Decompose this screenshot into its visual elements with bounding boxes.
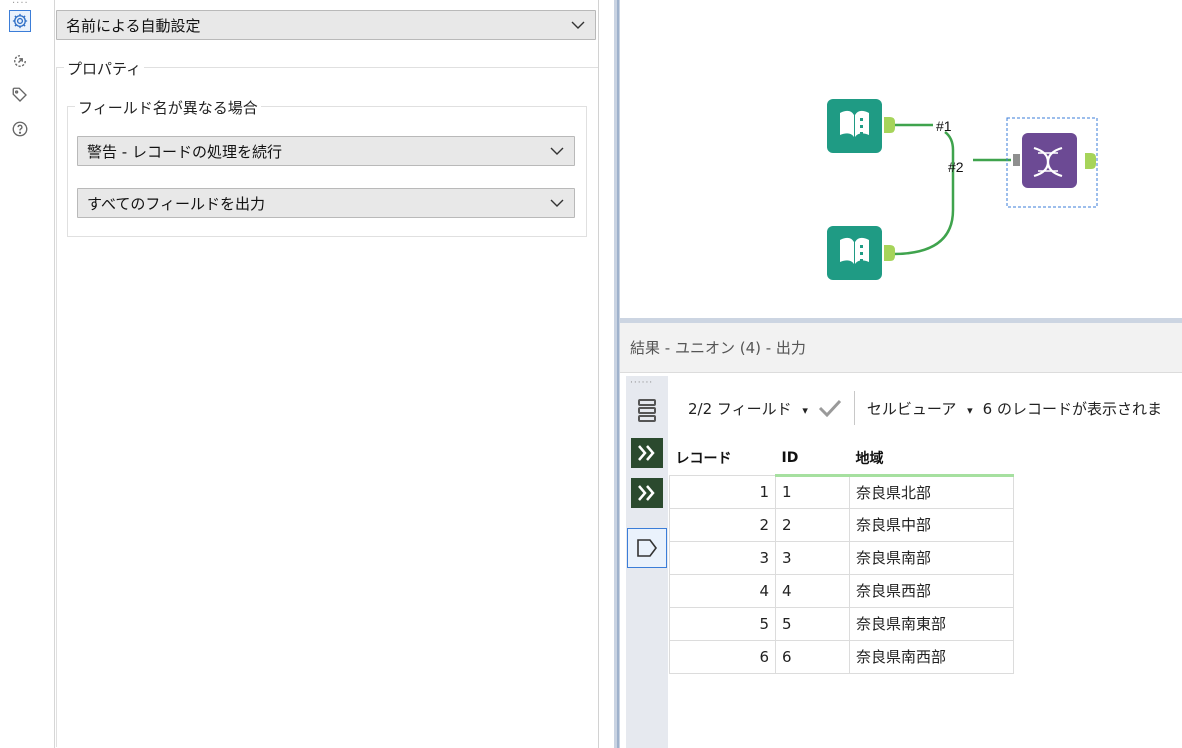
- input-anchor-2-button[interactable]: [629, 476, 665, 510]
- vertical-splitter-grip: [617, 0, 619, 748]
- dropdown-arrow-icon: ▾: [802, 403, 808, 417]
- interface-tab-button[interactable]: [9, 50, 31, 72]
- cell-region: 奈良県南西部: [849, 639, 1014, 674]
- dropdown-arrow-icon: ▾: [967, 403, 973, 417]
- cell-id: 2: [775, 507, 850, 542]
- input-anchor: [1013, 154, 1020, 166]
- cell-id: 5: [775, 606, 850, 641]
- cell-record: 3: [669, 540, 776, 575]
- rail-grip: ····: [12, 0, 29, 9]
- panel-right-border: [598, 0, 599, 748]
- table-header-row: レコード ID 地域: [670, 442, 1014, 477]
- cell-id: 1: [775, 474, 850, 509]
- results-grid: レコード ID 地域 1 1 奈良県北部 2 2 奈良県中部 3 3 奈良県南部: [669, 442, 1014, 674]
- connection-2: [892, 131, 955, 256]
- workflow-canvas[interactable]: #1 #2: [620, 0, 1182, 318]
- input-tool-2[interactable]: [827, 226, 895, 280]
- help-icon: [12, 121, 28, 137]
- warning-select[interactable]: 警告 - レコードの処理を続行: [77, 136, 575, 166]
- gear-icon: [12, 13, 28, 29]
- column-header-record[interactable]: レコード: [670, 442, 776, 475]
- help-tab-button[interactable]: [9, 118, 31, 140]
- results-table: レコード ID 地域 1 1 奈良県北部 2 2 奈良県中部 3 3 奈良県南部: [669, 442, 1014, 674]
- input-anchor-1-button[interactable]: [629, 436, 665, 470]
- results-toolbar: 2/2 フィールド ▾ セルビューア ▾ 6 のレコードが表示されま: [668, 380, 1162, 436]
- chevron-down-icon: [550, 199, 564, 207]
- chevron-down-icon: [550, 147, 564, 155]
- cell-region: 奈良県中部: [849, 507, 1014, 542]
- column-header-region[interactable]: 地域: [849, 442, 1014, 477]
- config-icon-rail: ····: [0, 0, 44, 748]
- column-header-id[interactable]: ID: [775, 442, 850, 477]
- cell-record: 2: [669, 507, 776, 542]
- tag-icon: [12, 87, 27, 102]
- cell-viewer-dropdown[interactable]: セルビューア ▾: [867, 398, 973, 419]
- input-tool-1[interactable]: [827, 99, 895, 153]
- cursor-circle-icon: [14, 55, 26, 67]
- output-anchor: [884, 117, 895, 133]
- checkmark-icon[interactable]: [818, 399, 842, 417]
- double-chevron-icon: [631, 478, 663, 508]
- table-row[interactable]: 2 2 奈良県中部: [669, 507, 1014, 542]
- toolbar-separator: [853, 391, 855, 425]
- connection-label-1: #1: [936, 118, 952, 134]
- cell-record: 5: [669, 606, 776, 641]
- list-lines-icon: [638, 399, 656, 422]
- table-row[interactable]: 1 1 奈良県北部: [669, 474, 1014, 509]
- table-row[interactable]: 5 5 奈良県南東部: [669, 606, 1014, 641]
- record-count-status: 6 のレコードが表示されま: [982, 399, 1162, 418]
- cell-record: 4: [669, 573, 776, 608]
- cell-id: 6: [775, 639, 850, 674]
- fields-dropdown[interactable]: 2/2 フィールド ▾: [688, 398, 808, 419]
- union-tool[interactable]: [1006, 117, 1098, 208]
- cell-id: 3: [775, 540, 850, 575]
- mode-select[interactable]: 名前による自動設定: [56, 10, 596, 40]
- output-select[interactable]: すべてのフィールドを出力: [77, 188, 575, 218]
- properties-legend: プロパティ: [64, 58, 145, 79]
- output-anchor-button[interactable]: [627, 528, 667, 568]
- table-row[interactable]: 3 3 奈良県南部: [669, 540, 1014, 575]
- cell-region: 奈良県西部: [849, 573, 1014, 608]
- mode-select-value: 名前による自動設定: [66, 16, 201, 35]
- cell-viewer-label: セルビューア: [866, 399, 957, 418]
- sidebar-grip: ······: [630, 378, 654, 388]
- table-row[interactable]: 4 4 奈良県西部: [669, 573, 1014, 608]
- results-title: 結果 - ユニオン (4) - 出力: [630, 339, 806, 357]
- chevron-down-icon: [571, 21, 585, 29]
- cell-region: 奈良県南東部: [849, 606, 1014, 641]
- results-header: 結果 - ユニオン (4) - 出力: [620, 323, 1182, 373]
- workflow-diagram: #1 #2: [827, 99, 1098, 280]
- cell-record: 1: [669, 474, 776, 509]
- field-mismatch-legend: フィールド名が異なる場合: [75, 97, 261, 118]
- table-row[interactable]: 6 6 奈良県南西部: [669, 639, 1014, 674]
- connection-label-2: #2: [948, 159, 964, 175]
- cell-record: 6: [669, 639, 776, 674]
- configuration-tab-button[interactable]: [9, 10, 31, 32]
- output-anchor: [884, 245, 895, 261]
- output-anchor: [1085, 153, 1096, 169]
- fields-dropdown-label: 2/2 フィールド: [688, 399, 792, 418]
- panel-divider: [54, 0, 55, 748]
- double-chevron-icon: [631, 438, 663, 468]
- cell-id: 4: [775, 573, 850, 608]
- annotation-tab-button[interactable]: [9, 84, 31, 106]
- tag-outline-icon: [637, 539, 657, 557]
- cell-region: 奈良県南部: [849, 540, 1014, 575]
- field-list-button[interactable]: [629, 394, 665, 428]
- cell-region: 奈良県北部: [849, 474, 1014, 509]
- warning-select-value: 警告 - レコードの処理を続行: [87, 142, 282, 161]
- output-select-value: すべてのフィールドを出力: [87, 194, 266, 213]
